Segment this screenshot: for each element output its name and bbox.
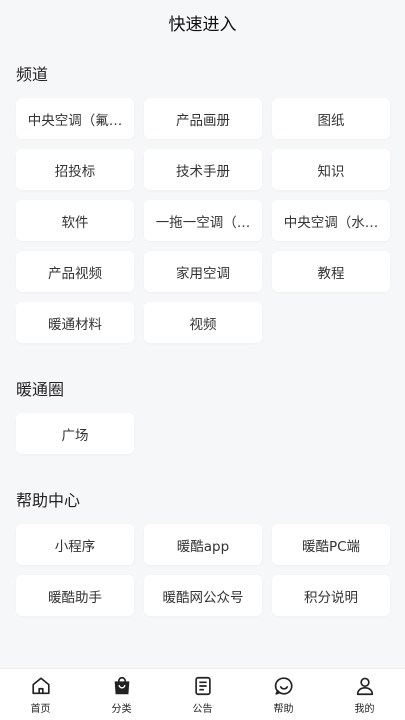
tab-category-label: 分类 — [111, 704, 132, 715]
tab-help[interactable]: 帮助 — [243, 669, 324, 720]
tab-announcement-label: 公告 — [192, 704, 213, 715]
channel-item[interactable]: 一拖一空调（… — [144, 200, 262, 241]
channel-item[interactable]: 暖通材料 — [16, 302, 134, 343]
section-title-community: 暖通圈 — [16, 380, 65, 399]
community-item[interactable]: 广场 — [16, 413, 134, 454]
community-grid: 广场 — [16, 413, 389, 454]
chat-bubble-icon — [274, 677, 292, 695]
channel-item[interactable]: 招投标 — [16, 149, 134, 190]
section-channels: 频道 中央空调（氟… 产品画册 图纸 招投标 技术手册 知识 软件 一拖一空调（… — [16, 64, 390, 343]
tab-home-label: 首页 — [30, 704, 51, 715]
tab-help-label: 帮助 — [273, 704, 294, 715]
channel-item[interactable]: 教程 — [272, 251, 390, 292]
page-header: 快速进入 — [0, 0, 405, 44]
channel-item[interactable]: 中央空调（氟… — [16, 98, 134, 139]
main-content: 频道 中央空调（氟… 产品画册 图纸 招投标 技术手册 知识 软件 一拖一空调（… — [0, 64, 405, 616]
section-community: 暖通圈 广场 — [16, 379, 389, 454]
channel-item[interactable]: 软件 — [16, 200, 134, 241]
section-title-channels: 频道 — [16, 65, 49, 84]
help-item[interactable]: 暖酷网公众号 — [144, 575, 262, 616]
help-item[interactable]: 暖酷app — [144, 524, 262, 565]
bottom-tab-bar: 首页 分类 公告 帮助 我的 — [0, 668, 405, 720]
channel-item[interactable]: 中央空调（水… — [272, 200, 390, 241]
channel-grid: 中央空调（氟… 产品画册 图纸 招投标 技术手册 知识 软件 一拖一空调（… 中… — [16, 98, 390, 343]
page-title: 快速进入 — [168, 14, 237, 35]
bag-icon — [114, 677, 129, 695]
document-icon — [194, 676, 211, 696]
tab-profile-label: 我的 — [354, 704, 375, 715]
help-item[interactable]: 暖酷助手 — [16, 575, 134, 616]
help-item[interactable]: 积分说明 — [272, 575, 390, 616]
tab-announcement[interactable]: 公告 — [162, 669, 243, 720]
help-item[interactable]: 小程序 — [16, 524, 134, 565]
channel-item[interactable]: 技术手册 — [144, 149, 262, 190]
channel-item[interactable]: 图纸 — [272, 98, 390, 139]
help-grid: 小程序 暖酷app 暖酷PC端 暖酷助手 暖酷网公众号 积分说明 — [16, 524, 390, 616]
tab-home[interactable]: 首页 — [0, 669, 81, 720]
channel-item[interactable]: 视频 — [144, 302, 262, 343]
section-help-center: 帮助中心 小程序 暖酷app 暖酷PC端 暖酷助手 暖酷网公众号 积分说明 — [16, 490, 390, 616]
user-icon — [356, 677, 373, 696]
home-icon — [31, 677, 50, 695]
channel-item[interactable]: 产品画册 — [144, 98, 262, 139]
help-item[interactable]: 暖酷PC端 — [272, 524, 390, 565]
channel-item[interactable]: 家用空调 — [144, 251, 262, 292]
channel-item[interactable]: 知识 — [272, 149, 390, 190]
section-title-help-center: 帮助中心 — [16, 491, 81, 510]
channel-item[interactable]: 产品视频 — [16, 251, 134, 292]
tab-category[interactable]: 分类 — [81, 669, 162, 720]
tab-profile[interactable]: 我的 — [324, 669, 405, 720]
